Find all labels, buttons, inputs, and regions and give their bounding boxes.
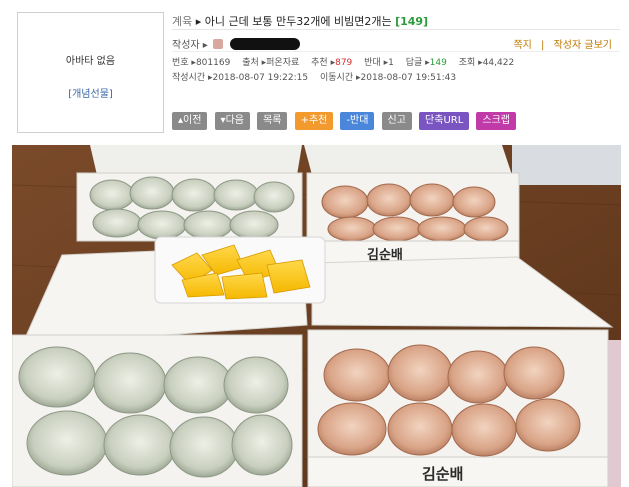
- author-avatar-icon: [213, 39, 224, 49]
- post-action-bar: ▴이전 ▾다음 목록 +추천 -반대 신고 단축URL 스크랩: [172, 112, 518, 132]
- created-label: 작성시간: [172, 73, 206, 83]
- message-link[interactable]: 쪽지: [513, 40, 531, 51]
- oppose-button[interactable]: -반대: [340, 112, 375, 130]
- downvote-label: 반대: [364, 58, 381, 68]
- recommend-button[interactable]: +추천: [294, 112, 334, 130]
- box-top-left: [76, 145, 303, 242]
- reply-label: 답글: [405, 58, 423, 68]
- post-photo: 김순배 김순배: [12, 145, 621, 487]
- post-source: 퍼온자료: [266, 58, 300, 68]
- box-brand-bottom: 김순배: [422, 465, 463, 483]
- list-button[interactable]: 목록: [257, 112, 288, 130]
- box-bottom-left: [12, 334, 303, 487]
- author-arrow-icon: ▸: [202, 40, 208, 51]
- post-title: 계육 ▸ 아니 근데 보통 만두32개에 비빔면2개는 [149]: [172, 10, 620, 30]
- pickled-radish-tray: [154, 236, 326, 304]
- post-title-text: 아니 근데 보통 만두32개에 비빔면2개는: [204, 15, 392, 28]
- downvote-count: 1: [388, 58, 394, 68]
- author-label: 작성자: [172, 40, 200, 51]
- view-count: 44,422: [482, 58, 515, 68]
- author-name-redacted[interactable]: [230, 38, 301, 50]
- prev-button[interactable]: ▴이전: [172, 112, 208, 130]
- moved-time: 2018-08-07 19:51:43: [360, 73, 457, 83]
- source-label: 출처: [242, 58, 259, 68]
- reply-count: 149: [429, 58, 447, 68]
- post-category[interactable]: 계육: [172, 15, 192, 28]
- number-label: 번호: [172, 58, 189, 68]
- report-button[interactable]: 신고: [381, 112, 412, 130]
- post-number: 801169: [195, 58, 231, 68]
- upvote-count: 879: [335, 58, 353, 68]
- post-info-row-1: 번호 ▸801169 출처 ▸퍼온자료 추천 ▸879 반대 ▸1 답글 ▸14…: [172, 58, 515, 68]
- author-row: 작성자 ▸ 쪽지 | 작성자 글보기: [172, 30, 620, 52]
- moved-label: 이동시간: [319, 73, 354, 83]
- breadcrumb-arrow-icon: ▸: [195, 15, 205, 28]
- author-posts-link[interactable]: 작성자 글보기: [554, 40, 612, 51]
- prev-button-label: 이전: [183, 115, 202, 126]
- short-url-button[interactable]: 단축URL: [419, 112, 470, 130]
- avatar: 아바타 없음 [개념선물]: [17, 12, 164, 133]
- post-header: 아바타 없음 [개념선물] 계육 ▸ 아니 근데 보통 만두32개에 비빔면2개…: [0, 0, 629, 140]
- created-time: 2018-08-07 19:22:15: [212, 73, 309, 83]
- post-meta: 계육 ▸ 아니 근데 보통 만두32개에 비빔면2개는 [149] 작성자 ▸ …: [172, 10, 620, 83]
- box-bottom-right: 김순배: [307, 329, 609, 487]
- views-label: 조회: [458, 58, 476, 68]
- dumpling-boxes-photo: 김순배 김순배: [12, 145, 621, 487]
- gift-link[interactable]: [개념선물]: [18, 85, 163, 100]
- separator: |: [541, 40, 545, 51]
- upvote-label: 추천: [311, 58, 328, 68]
- no-avatar-text: 아바타 없음: [65, 56, 116, 67]
- next-button-label: 다음: [225, 115, 244, 126]
- box-top-right: 김순배: [304, 145, 520, 266]
- post-info-row-2: 작성시간 ▸2018-08-07 19:22:15 이동시간 ▸2018-08-…: [172, 73, 457, 83]
- scrap-button[interactable]: 스크랩: [476, 112, 516, 130]
- next-button[interactable]: ▾다음: [214, 112, 250, 130]
- comment-count[interactable]: [149]: [395, 15, 428, 28]
